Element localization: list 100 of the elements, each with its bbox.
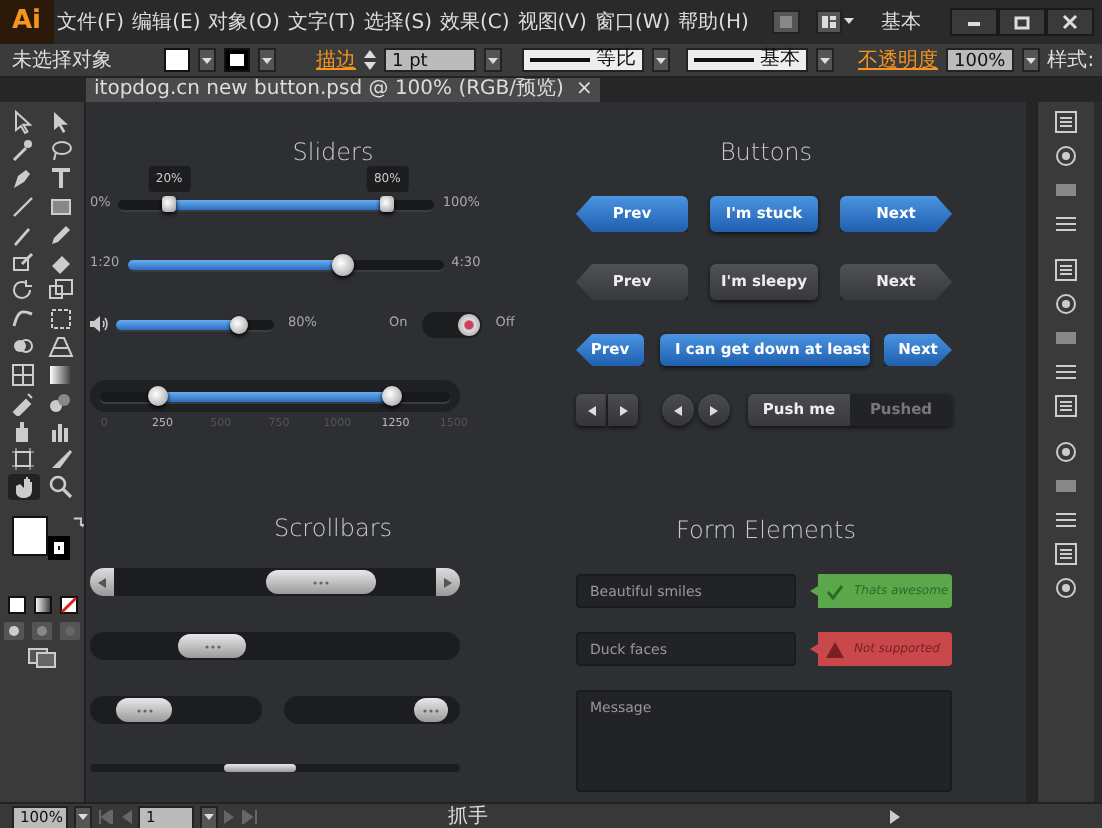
scrollbar[interactable] (90, 632, 460, 660)
previous-button[interactable] (662, 394, 694, 426)
menu-item[interactable]: 对象(O) (204, 7, 284, 37)
none-icon[interactable] (59, 596, 77, 614)
stroke-weight-field[interactable]: 1 pt (384, 48, 476, 72)
play-icon[interactable] (890, 810, 902, 824)
close-button[interactable] (1046, 8, 1094, 36)
volume-slider[interactable] (116, 319, 274, 329)
document-tab[interactable]: itopdog.cn new button.psd @ 100% (RGB/预览) × (86, 78, 601, 102)
restore-button[interactable] (998, 8, 1046, 36)
pen-icon (10, 166, 36, 192)
tool-button[interactable] (45, 334, 77, 360)
scrollbar[interactable] (90, 696, 262, 724)
menu-item[interactable]: 视图(V) (513, 7, 591, 37)
dropdown-button[interactable] (200, 805, 218, 828)
panel-list-icon[interactable] (1054, 258, 1078, 282)
scroll-right-button[interactable] (436, 568, 460, 596)
slider-thumb[interactable] (380, 196, 395, 212)
progress-slider[interactable] (127, 259, 444, 269)
next-button[interactable] (608, 394, 638, 426)
brush-icon (10, 222, 36, 248)
tool-button[interactable] (7, 250, 39, 276)
fill-swatch[interactable] (164, 48, 190, 72)
scrollbar-thumb[interactable] (266, 570, 376, 594)
dropdown-button[interactable] (74, 805, 92, 828)
dropdown-button[interactable] (652, 48, 670, 72)
slider-thumb[interactable] (162, 196, 177, 212)
workspace-switcher[interactable]: 基本 (880, 7, 921, 37)
panel-list-icon[interactable] (1054, 394, 1078, 418)
minimize-button[interactable] (950, 8, 998, 36)
variable-width-profile[interactable]: 等比 (522, 48, 644, 72)
scroll-left-button[interactable] (90, 568, 114, 596)
opacity-link[interactable]: 不透明度 (858, 45, 938, 75)
minimize-icon (966, 16, 982, 28)
tool-button[interactable] (45, 474, 77, 500)
arrange-documents-icon[interactable] (816, 10, 857, 34)
tool-button[interactable] (7, 446, 39, 472)
stroke-swatch[interactable] (224, 48, 250, 72)
tool-button[interactable] (7, 362, 39, 388)
swatch-icon[interactable] (1054, 474, 1078, 498)
tool-button[interactable] (45, 194, 77, 220)
menu-item[interactable]: 文字(T) (283, 7, 360, 37)
swatch-icon[interactable] (1054, 178, 1078, 202)
lines-icon[interactable] (1054, 360, 1078, 384)
circle-icon[interactable] (1054, 576, 1078, 600)
tool-button[interactable] (45, 278, 77, 304)
circle-icon[interactable] (1054, 292, 1078, 316)
gradient-icon[interactable] (33, 596, 51, 614)
fill-swatch[interactable] (12, 516, 49, 556)
menu-item[interactable]: 效果(C) (435, 7, 514, 37)
scrollbar[interactable] (114, 568, 436, 596)
scrollbar[interactable] (284, 696, 460, 724)
tool-button[interactable] (45, 306, 77, 332)
range-slider[interactable] (100, 391, 450, 401)
stroke-link[interactable]: 描边 (316, 45, 356, 75)
panel-list-icon[interactable] (1054, 542, 1078, 566)
menu-item[interactable]: 文件(F) (53, 7, 129, 37)
color-icon[interactable] (7, 596, 25, 614)
slider-thumb[interactable] (230, 315, 249, 333)
brush-definition[interactable]: 基本 (686, 48, 808, 72)
swatch-icon[interactable] (1054, 326, 1078, 350)
arrow-icon (10, 110, 36, 136)
scrollbar-thumb[interactable] (224, 764, 296, 772)
scrollbar-thumb[interactable] (178, 634, 246, 658)
opacity-field[interactable]: 100% (946, 48, 1014, 72)
scrollbar-thumb[interactable] (116, 698, 172, 722)
knife-icon (48, 446, 74, 472)
toggle-switch[interactable] (421, 311, 482, 337)
menu-item[interactable]: 窗口(W) (590, 7, 675, 37)
slider-thumb[interactable] (381, 386, 402, 406)
dropdown-button[interactable] (816, 48, 834, 72)
bridge-icon[interactable] (772, 10, 801, 34)
screen-mode-icon[interactable] (28, 648, 56, 668)
dropdown-button[interactable] (484, 48, 502, 72)
scrollbar[interactable] (1026, 102, 1036, 802)
circle-icon[interactable] (1054, 440, 1078, 464)
dropdown-button[interactable] (1021, 48, 1040, 72)
circle-icon[interactable] (1054, 144, 1078, 168)
dropdown-button[interactable] (198, 48, 216, 72)
tool-button[interactable] (7, 474, 39, 500)
stepper-icon[interactable] (364, 48, 376, 72)
dropdown-button[interactable] (258, 48, 276, 72)
slider-thumb[interactable] (148, 386, 169, 406)
tool-button[interactable] (45, 362, 77, 388)
draw-normal-icon[interactable] (4, 622, 24, 640)
lines-icon[interactable] (1054, 508, 1078, 532)
triangle-right-icon (710, 405, 718, 415)
warning-icon (826, 641, 844, 657)
previous-button[interactable] (576, 394, 606, 426)
tab-close-button[interactable]: × (575, 78, 593, 102)
swap-icon[interactable] (71, 516, 84, 530)
scrollbar-thumb[interactable] (414, 698, 448, 722)
menu-item[interactable]: 选择(S) (359, 7, 436, 37)
slider-thumb[interactable] (331, 253, 354, 275)
lines-icon[interactable] (1054, 212, 1078, 236)
next-button[interactable] (698, 394, 730, 426)
panel-list-icon[interactable] (1054, 110, 1078, 134)
menu-item[interactable]: 编辑(E) (128, 7, 205, 37)
stroke-swatch[interactable] (48, 536, 70, 560)
menu-item[interactable]: 帮助(H) (674, 7, 753, 37)
